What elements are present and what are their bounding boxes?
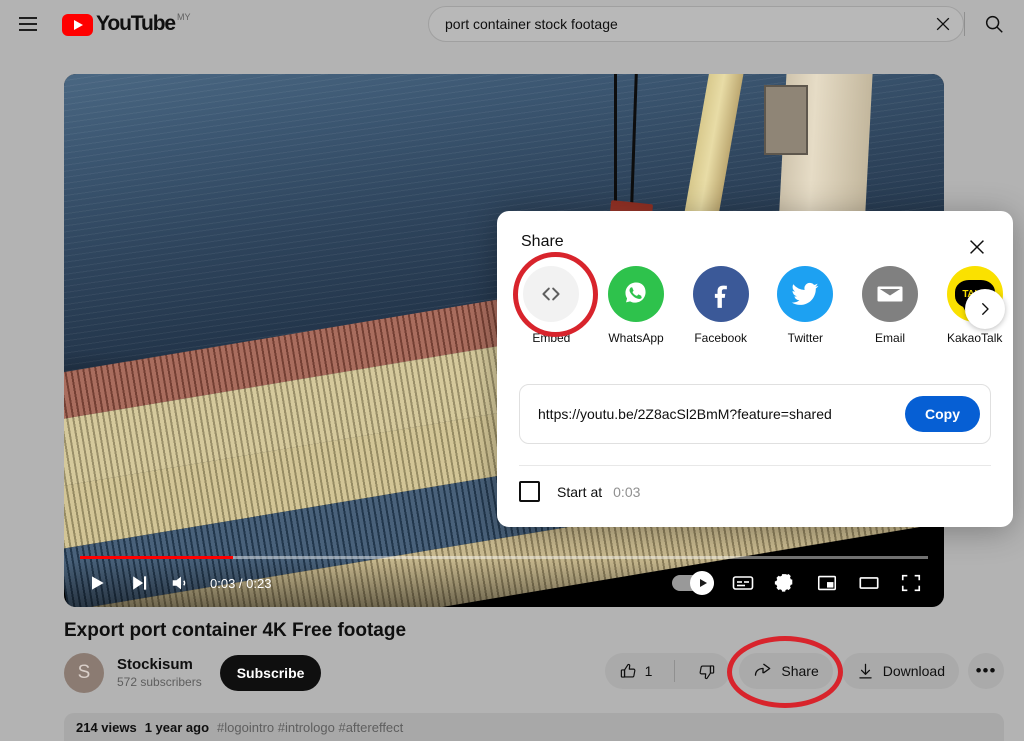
next-video-icon[interactable] <box>118 562 160 604</box>
share-url-text: https://youtu.be/2Z8acSl2BmM?feature=sha… <box>538 406 832 422</box>
theater-mode-icon[interactable] <box>848 562 890 604</box>
dislike-button[interactable] <box>683 653 730 689</box>
search-box[interactable] <box>428 6 964 42</box>
youtube-logo[interactable]: YouTube MY <box>62 12 191 36</box>
search-icon[interactable] <box>965 6 1023 42</box>
youtube-country-code: MY <box>177 12 191 22</box>
thumbs-up-icon <box>619 662 638 681</box>
youtube-play-icon <box>62 14 93 36</box>
channel-meta: Stockisum 572 subscribers <box>117 655 202 691</box>
whatsapp-icon <box>608 266 664 322</box>
twitter-icon <box>777 266 834 322</box>
thumbs-down-icon <box>697 662 716 681</box>
download-button[interactable]: Download <box>841 653 959 689</box>
hamburger-menu-icon[interactable] <box>8 4 48 44</box>
search-input[interactable] <box>445 16 923 32</box>
action-buttons-row: 1 Share Download ••• <box>604 653 1004 689</box>
kakaotalk-label: KakaoTalk <box>947 331 1003 345</box>
avatar[interactable]: S <box>64 653 104 693</box>
download-button-label: Download <box>882 663 945 679</box>
copy-button[interactable]: Copy <box>905 396 980 432</box>
crane-cabin <box>763 84 808 155</box>
close-icon[interactable] <box>959 229 995 265</box>
facebook-icon <box>692 266 749 322</box>
like-dislike-group: 1 <box>604 653 731 689</box>
fullscreen-icon[interactable] <box>890 562 932 604</box>
twitter-button[interactable]: Twitter <box>773 266 838 345</box>
miniplayer-icon[interactable] <box>806 562 848 604</box>
start-at-row: Start at 0:03 <box>519 481 640 502</box>
facebook-label: Facebook <box>694 331 748 345</box>
page-title: Export port container 4K Free footage <box>64 620 407 641</box>
time-display: 0:03 / 0:23 <box>210 575 272 591</box>
dialog-divider <box>519 465 991 466</box>
more-actions-button[interactable]: ••• <box>968 653 1004 689</box>
autoplay-toggle[interactable] <box>672 571 714 595</box>
start-at-checkbox[interactable] <box>519 481 540 502</box>
gear-icon[interactable] <box>764 562 806 604</box>
play-icon[interactable] <box>76 562 118 604</box>
share-arrow-icon <box>753 661 773 681</box>
share-url-field[interactable]: https://youtu.be/2Z8acSl2BmM?feature=sha… <box>519 384 991 444</box>
share-button-label: Share <box>781 663 819 679</box>
share-dialog: Share Embed WhatsApp Facebook Twitter Em… <box>497 211 1013 527</box>
video-meta-bar[interactable]: 214 views 1 year ago #logointro #introlo… <box>64 713 1004 741</box>
share-targets-carousel: Embed WhatsApp Facebook Twitter Email Ka… <box>519 266 1007 345</box>
email-label: Email <box>875 331 906 345</box>
channel-row: S Stockisum 572 subscribers Subscribe <box>64 653 322 693</box>
chevron-right-icon[interactable] <box>965 289 1005 329</box>
embed-label: Embed <box>532 331 571 345</box>
channel-name[interactable]: Stockisum <box>117 655 202 674</box>
published-date: 1 year ago <box>144 719 210 735</box>
whatsapp-label: WhatsApp <box>608 331 664 345</box>
youtube-logo-text: YouTube <box>96 12 176 35</box>
autoplay-knob <box>690 571 714 595</box>
action-divider <box>674 660 676 682</box>
twitter-label: Twitter <box>787 331 824 345</box>
search-area <box>428 6 1023 42</box>
whatsapp-button[interactable]: WhatsApp <box>604 266 669 345</box>
embed-button[interactable]: Embed <box>519 266 584 345</box>
subscribe-button[interactable]: Subscribe <box>219 655 322 691</box>
youtube-watch-page: YouTube MY port container stock footage … <box>0 0 1024 741</box>
code-icon <box>523 266 580 322</box>
facebook-button[interactable]: Facebook <box>688 266 753 345</box>
email-icon <box>862 266 919 322</box>
like-button[interactable]: 1 <box>605 653 667 689</box>
email-button[interactable]: Email <box>858 266 923 345</box>
share-dialog-title: Share <box>521 233 564 250</box>
start-at-label: Start at <box>557 483 603 500</box>
start-at-time: 0:03 <box>613 483 641 500</box>
download-icon <box>856 662 875 681</box>
page-header: YouTube MY <box>0 0 1024 48</box>
close-icon[interactable] <box>923 6 963 42</box>
like-count: 1 <box>644 663 653 679</box>
channel-subscribers: 572 subscribers <box>117 675 202 689</box>
share-button[interactable]: Share <box>739 653 833 689</box>
player-controls: 0:03 / 0:23 <box>64 559 944 607</box>
subtitles-icon[interactable] <box>722 562 764 604</box>
hashtags[interactable]: #logointro #intrologo #aftereffect <box>217 720 403 735</box>
view-count: 214 views <box>76 719 137 735</box>
volume-icon[interactable] <box>160 562 202 604</box>
